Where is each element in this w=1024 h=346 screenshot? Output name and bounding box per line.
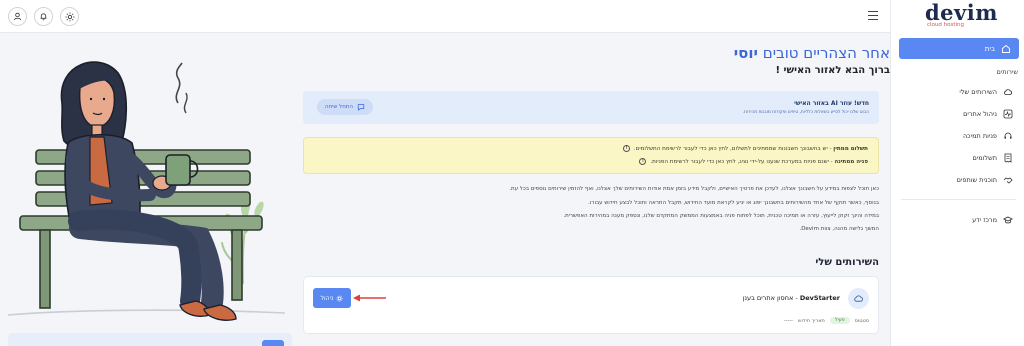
sidebar-item-my-services[interactable]: השירותים שלי xyxy=(891,84,1024,100)
intro-paragraph: בנוסף, כאשר תוקף של אחד מהשירותים בחשבונ… xyxy=(588,200,879,206)
user-icon xyxy=(13,12,22,21)
alert-pending-ticket[interactable]: פניה ממתינה - ישנם פניות במערכת שנענו על… xyxy=(639,158,868,165)
graduation-cap-icon xyxy=(1003,216,1013,224)
secondary-card-tab[interactable] xyxy=(262,340,284,346)
sidebar-item-label: השירותים שלי xyxy=(959,88,997,96)
intro-paragraph: המשך גלישה מהנה, צוות Devim. xyxy=(799,226,879,232)
receipt-icon xyxy=(1004,153,1012,163)
sidebar-item-label: ניהול אתרים xyxy=(963,110,997,118)
alert-pending-payment[interactable]: תשלום ממתין - יש בחשבונך חשבונות שממתיני… xyxy=(622,145,868,152)
intro-paragraph: כאן תוכל לצפות במידע על חשבונך אצלנו, לע… xyxy=(509,186,879,192)
headset-icon xyxy=(1004,132,1012,139)
ai-assistant-banner: חדש! עוזר AI באזור האישי הבוט שלנו יכול … xyxy=(303,91,879,124)
cloud-icon xyxy=(1004,89,1013,95)
secondary-card xyxy=(8,333,292,346)
alert-circle-icon: ! xyxy=(622,145,630,152)
home-icon xyxy=(1002,44,1010,53)
service-card: DevStarter - אחסון אתרים בענן ניהול סטטו… xyxy=(303,276,879,334)
manage-label: ניהול xyxy=(320,294,334,302)
welcome-illustration xyxy=(0,33,293,346)
activity-icon xyxy=(1003,109,1013,119)
sidebar-item-label: תוכנית שותפים xyxy=(956,176,997,184)
sun-icon xyxy=(65,12,74,21)
service-cloud-icon xyxy=(848,288,869,309)
services-section-title: השירותים שלי xyxy=(815,257,879,268)
ai-banner-description: הבוט שלנו יכול לסייע בשאלות כלליות, טיפי… xyxy=(742,110,869,115)
intro-paragraph: במידה והינך זקוק לייעוץ, עזרה או תמיכה ט… xyxy=(563,213,879,219)
sidebar-item-partners[interactable]: תוכנית שותפים xyxy=(891,172,1024,188)
brand-name: devim xyxy=(925,0,998,25)
service-status-row: סטטוס פעיל תאריך חידוש ----- xyxy=(784,317,869,324)
renewal-label: תאריך חידוש xyxy=(797,317,825,324)
alert-text: פניה ממתינה - ישנם פניות במערכת שנענו על… xyxy=(650,158,868,165)
greeting-heading: אחר הצהריים טובים יוסי xyxy=(734,44,890,62)
sidebar-item-label: בית xyxy=(984,44,995,53)
top-bar xyxy=(0,0,890,33)
sidebar-item-label: פניות תמיכה xyxy=(962,132,997,140)
greeting-prefix: אחר הצהריים טובים xyxy=(762,44,890,62)
theme-toggle-button[interactable] xyxy=(60,7,79,26)
user-button[interactable] xyxy=(8,7,27,26)
status-label: סטטוס xyxy=(854,317,869,324)
pointer-arrow-icon xyxy=(353,294,386,302)
sidebar-section-services: שירותים xyxy=(996,68,1018,76)
notifications-button[interactable] xyxy=(34,7,53,26)
woman-on-bench-illustration xyxy=(7,61,286,321)
bell-icon xyxy=(40,13,47,21)
sidebar-item-payments[interactable]: תשלומים xyxy=(891,150,1024,166)
welcome-subtitle: ברוך הבא לאזור האישי ! xyxy=(775,65,890,76)
manage-service-button[interactable]: ניהול xyxy=(313,288,351,308)
sidebar-divider xyxy=(901,199,1016,200)
status-badge: פעיל xyxy=(829,317,850,324)
start-chat-button[interactable]: התחל שיחה xyxy=(317,99,373,115)
sidebar-item-support[interactable]: פניות תמיכה xyxy=(891,128,1024,144)
alerts-box: תשלום ממתין - יש בחשבונך חשבונות שממתיני… xyxy=(303,137,879,174)
sidebar-item-label: תשלומים xyxy=(972,154,997,162)
brand-logo[interactable]: devim cloud hosting xyxy=(925,0,998,29)
service-name: DevStarter - אחסון אתרים בענן xyxy=(742,294,840,302)
sidebar-item-sites[interactable]: ניהול אתרים xyxy=(891,106,1024,122)
handshake-icon xyxy=(1003,177,1013,184)
renewal-value: ----- xyxy=(783,317,793,324)
menu-toggle-icon[interactable] xyxy=(868,11,878,20)
sidebar-item-home[interactable]: בית xyxy=(899,38,1019,59)
sidebar: devim cloud hosting בית שירותים השירותים… xyxy=(890,0,1024,346)
gear-icon xyxy=(336,295,343,301)
chat-bubble-icon xyxy=(357,104,365,111)
user-name: יוסי xyxy=(733,44,758,62)
sidebar-item-knowledge[interactable]: מרכז ידע xyxy=(891,212,1024,228)
alert-circle-icon: ! xyxy=(639,158,647,165)
ai-banner-title: חדש! עוזר AI באזור האישי xyxy=(794,100,869,107)
start-chat-label: התחל שיחה xyxy=(325,104,353,110)
sidebar-item-label: מרכז ידע xyxy=(972,216,997,224)
alert-text: תשלום ממתין - יש בחשבונך חשבונות שממתיני… xyxy=(633,145,868,152)
